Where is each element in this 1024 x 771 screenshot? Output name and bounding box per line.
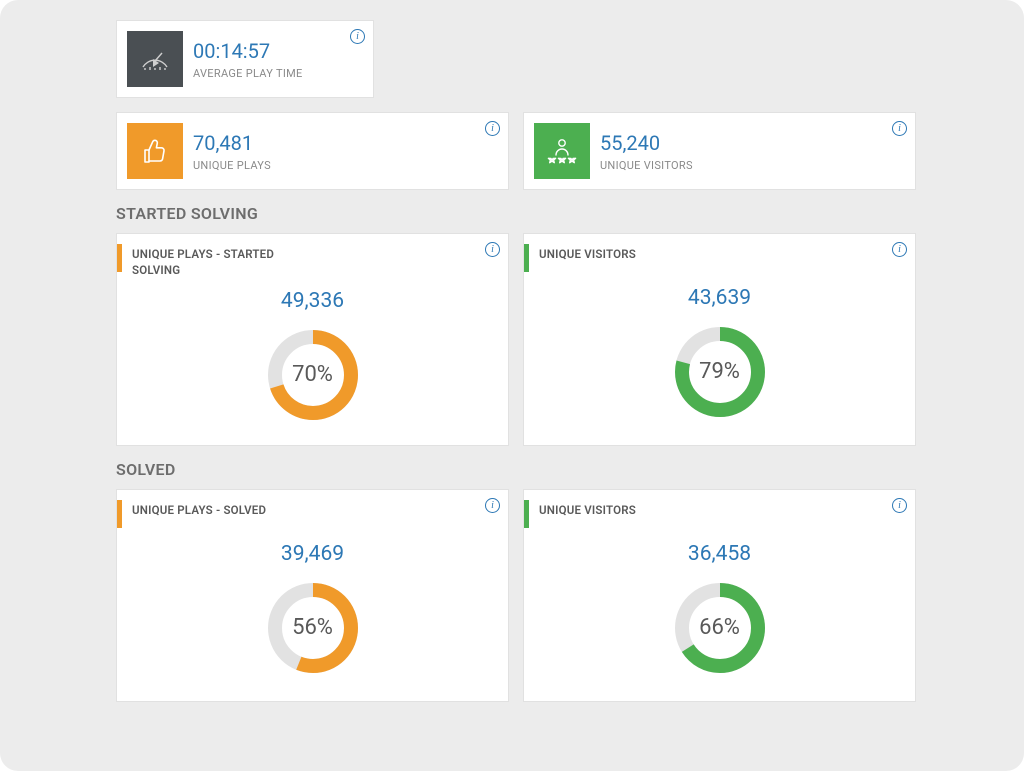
info-icon[interactable]: i — [892, 498, 907, 513]
panel-number: 43,639 — [688, 286, 751, 310]
card-unique-visitors: 55,240 UNIQUE VISITORS i — [523, 112, 916, 190]
avg-play-time-value: 00:14:57 — [193, 39, 303, 63]
donut-chart: 56% — [263, 578, 363, 678]
visitor-icon — [534, 123, 590, 179]
avg-play-time-label: AVERAGE PLAY TIME — [193, 67, 303, 80]
panel-title: UNIQUE VISITORS — [539, 503, 636, 519]
info-icon[interactable]: i — [485, 242, 500, 257]
panel-number: 39,469 — [281, 542, 344, 566]
panel-title: UNIQUE PLAYS - STARTED SOLVING — [132, 247, 322, 278]
panel-started-visitors: UNIQUE VISITORS i 43,639 79% — [523, 233, 916, 446]
info-icon[interactable]: i — [485, 121, 500, 136]
panel-solved-visitors: UNIQUE VISITORS i 36,458 66% — [523, 489, 916, 702]
panel-stripe-green — [524, 244, 529, 272]
info-icon[interactable]: i — [892, 242, 907, 257]
info-icon[interactable]: i — [892, 121, 907, 136]
info-icon[interactable]: i — [485, 498, 500, 513]
panel-title: UNIQUE VISITORS — [539, 247, 636, 263]
panel-number: 36,458 — [688, 542, 751, 566]
donut-percent-label: 70% — [263, 325, 363, 425]
card-avg-play-time: 00:14:57 AVERAGE PLAY TIME i — [116, 20, 374, 98]
card-unique-plays: 70,481 UNIQUE PLAYS i — [116, 112, 509, 190]
panel-started-plays: UNIQUE PLAYS - STARTED SOLVING i 49,336 … — [116, 233, 509, 446]
panel-stripe-green — [524, 500, 529, 528]
donut-percent-label: 79% — [670, 322, 770, 422]
panel-stripe-orange — [117, 500, 122, 528]
panel-solved-plays: UNIQUE PLAYS - SOLVED i 39,469 56% — [116, 489, 509, 702]
section-title-started-solving: STARTED SOLVING — [116, 204, 916, 223]
panel-stripe-orange — [117, 244, 122, 272]
donut-chart: 79% — [670, 322, 770, 422]
unique-plays-value: 70,481 — [193, 131, 271, 155]
thumbs-up-icon — [127, 123, 183, 179]
donut-percent-label: 56% — [263, 578, 363, 678]
panel-number: 49,336 — [281, 289, 344, 313]
panel-title: UNIQUE PLAYS - SOLVED — [132, 503, 266, 519]
donut-percent-label: 66% — [670, 578, 770, 678]
donut-chart: 70% — [263, 325, 363, 425]
unique-visitors-label: UNIQUE VISITORS — [600, 159, 693, 172]
donut-chart: 66% — [670, 578, 770, 678]
unique-plays-label: UNIQUE PLAYS — [193, 159, 271, 172]
gauge-icon — [127, 31, 183, 87]
info-icon[interactable]: i — [350, 29, 365, 44]
section-title-solved: SOLVED — [116, 460, 916, 479]
unique-visitors-value: 55,240 — [600, 131, 693, 155]
dashboard: 00:14:57 AVERAGE PLAY TIME i 70,481 UNIQ… — [0, 0, 1024, 771]
